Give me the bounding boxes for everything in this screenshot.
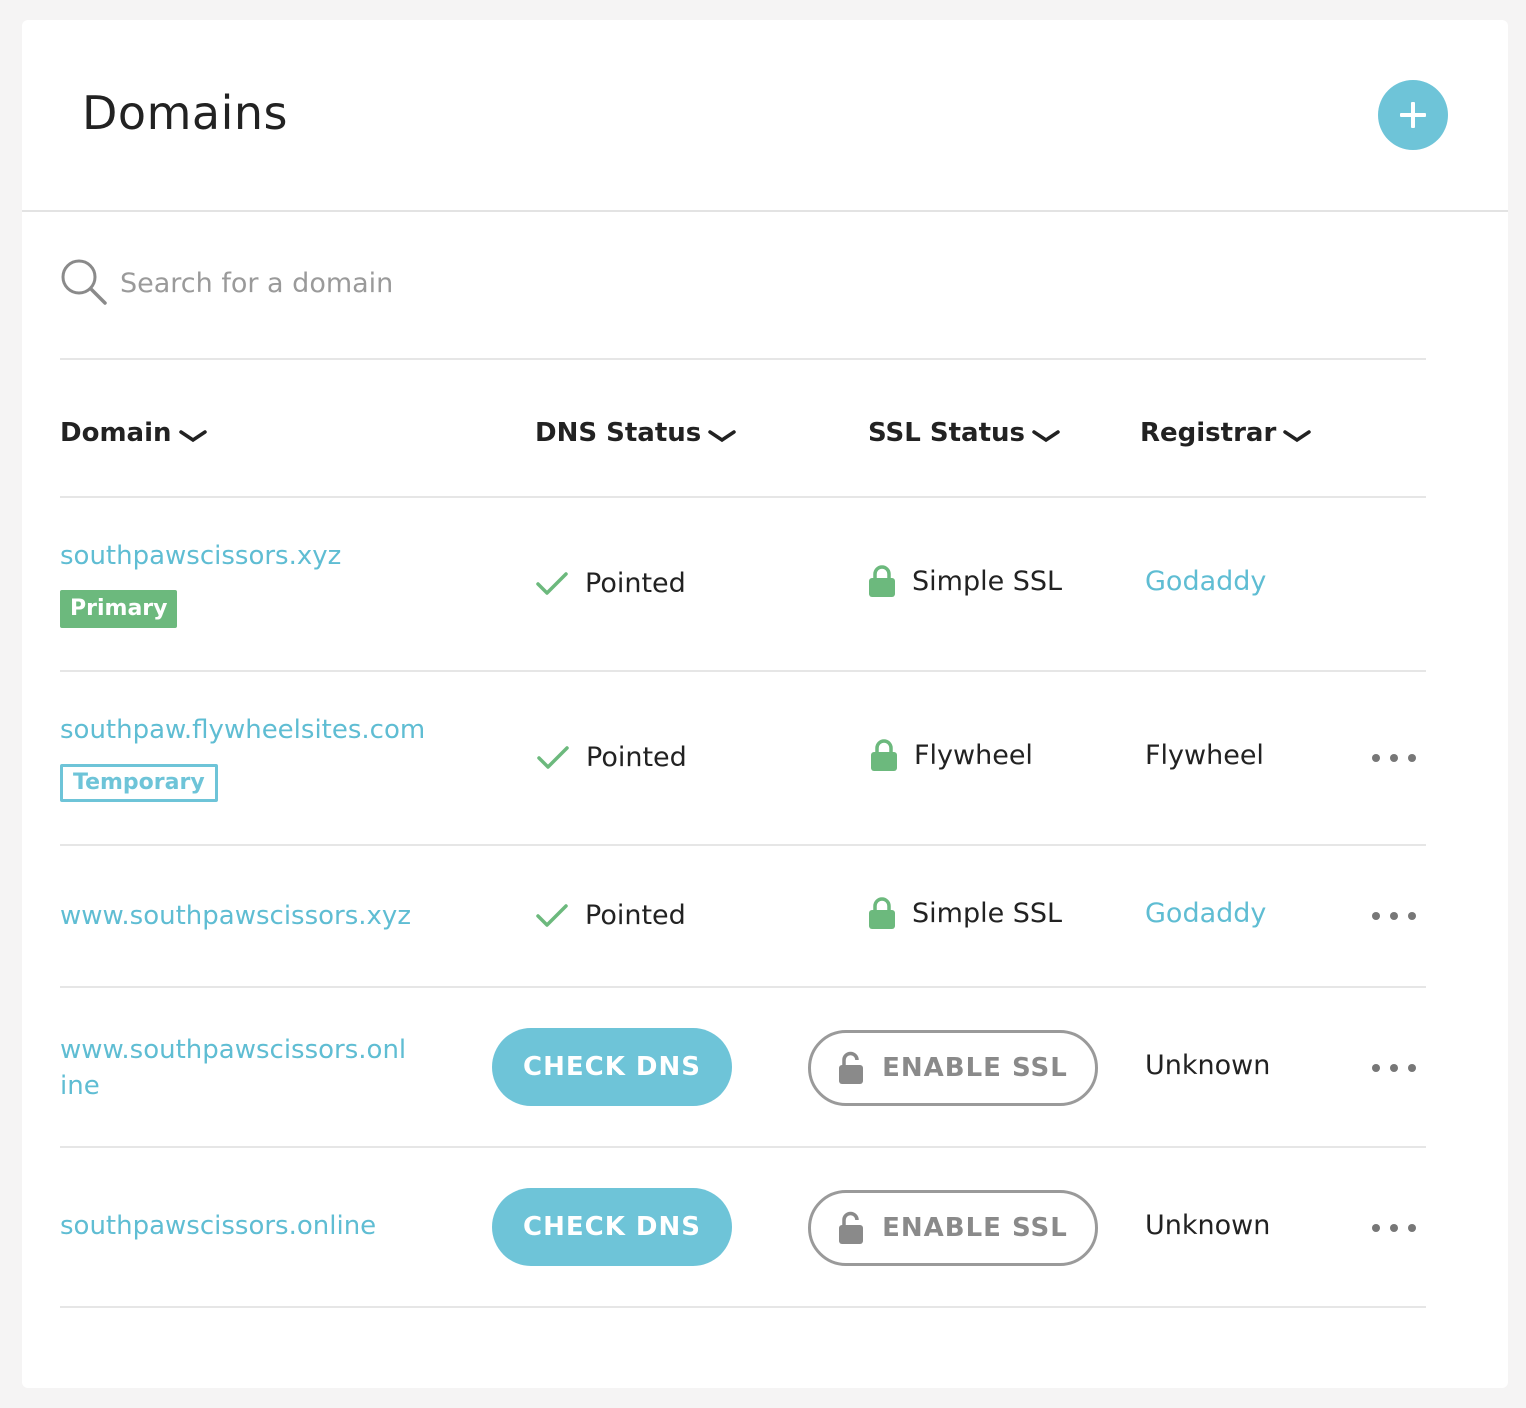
add-domain-button[interactable] [1378,80,1448,150]
chevron-down-icon [708,430,736,443]
lock-icon [871,739,897,771]
chevron-down-icon [178,430,207,443]
lock-icon [869,565,895,597]
domain-link[interactable]: southpawscissors.online [60,1208,460,1244]
page-title: Domains [82,86,288,140]
registrar-name: Unknown [1145,1050,1271,1081]
search-icon [61,259,107,305]
chevron-down-icon [1032,430,1060,443]
domain-link[interactable]: www.southpawscissors.xyz [60,898,460,934]
table-row: www.southpawscissors.online CHECK DNS EN… [60,988,1426,1148]
check-dns-button[interactable]: CHECK DNS [492,1188,732,1266]
dns-status: Pointed [536,742,687,773]
dns-status: Pointed [535,568,686,599]
search-input[interactable] [120,260,920,306]
registrar-link[interactable]: Godaddy [1145,898,1266,929]
search-bar [60,250,1426,360]
registrar-name: Unknown [1145,1210,1271,1241]
enable-ssl-button[interactable]: ENABLE SSL [808,1190,1098,1266]
primary-badge: Primary [60,590,178,628]
unlock-icon [839,1211,864,1244]
temporary-badge: Temporary [60,764,218,802]
enable-ssl-button[interactable]: ENABLE SSL [808,1030,1098,1106]
check-icon [536,571,568,595]
table-header: Domain DNS Status SSL Status Registrar [60,360,1426,498]
more-actions-icon[interactable] [1372,1218,1416,1238]
domain-link[interactable]: www.southpawscissors.online [60,1032,410,1104]
check-icon [536,903,568,927]
column-header-dns-status[interactable]: DNS Status [535,418,737,448]
ssl-status: Simple SSL [868,896,1062,930]
card-header: Domains [22,20,1508,212]
registrar-name: Flywheel [1145,740,1264,771]
table-row: southpaw.flywheelsites.com Temporary Poi… [60,672,1426,846]
column-header-ssl-status[interactable]: SSL Status [868,418,1061,448]
ssl-status: Simple SSL [868,564,1062,598]
lock-icon [869,897,895,929]
more-actions-icon[interactable] [1372,906,1416,926]
column-header-domain[interactable]: Domain [60,418,208,448]
more-actions-icon[interactable] [1372,748,1416,768]
domains-table: Domain DNS Status SSL Status Registrar s… [60,360,1426,1308]
more-actions-icon[interactable] [1372,1058,1416,1078]
registrar-link[interactable]: Godaddy [1145,566,1266,597]
domain-link[interactable]: southpawscissors.xyz [60,538,420,574]
check-icon [537,745,569,769]
table-row: southpawscissors.online CHECK DNS ENABLE… [60,1148,1426,1308]
chevron-down-icon [1283,430,1312,443]
table-row: southpawscissors.xyz Primary Pointed Sim… [60,498,1426,672]
table-row: www.southpawscissors.xyz Pointed Simple … [60,846,1426,988]
plus-icon [1400,102,1426,128]
check-dns-button[interactable]: CHECK DNS [492,1028,732,1106]
column-header-registrar[interactable]: Registrar [1140,418,1312,448]
dns-status: Pointed [535,900,686,931]
ssl-status: Flywheel [870,738,1033,772]
unlock-icon [839,1051,864,1084]
domain-link[interactable]: southpaw.flywheelsites.com [60,712,460,748]
